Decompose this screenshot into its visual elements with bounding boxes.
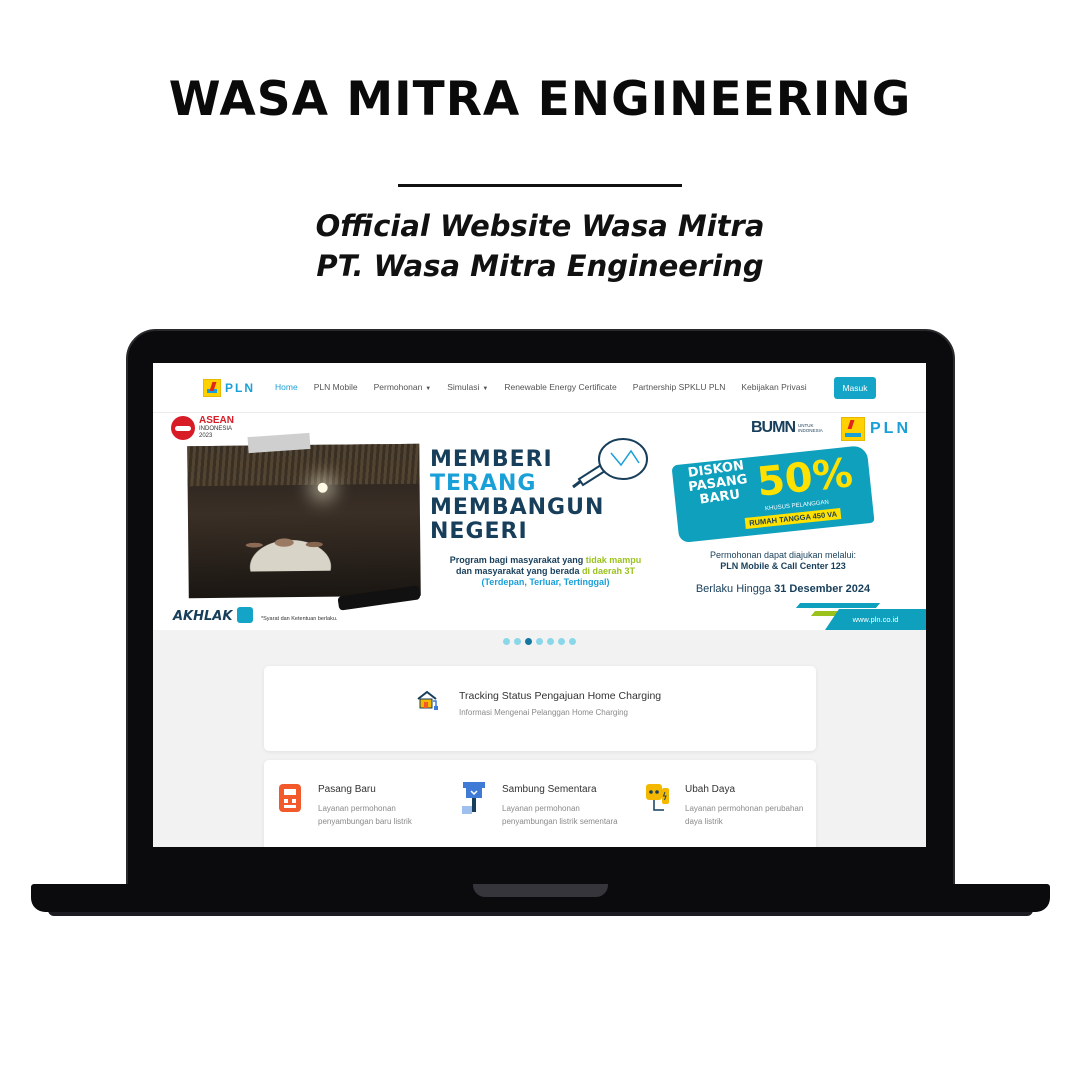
nav-links: Home PLN Mobile Permohonan ▼ Simulasi ▼ Re… [275,382,807,392]
headline-line-3: MEMBANGUN [430,495,605,520]
poster-subtitle: Official Website Wasa Mitra PT. Wasa Mit… [0,206,1080,286]
title-divider [398,184,682,187]
laptop-notch [473,884,608,897]
house-charging-icon [417,690,438,710]
bumn-logo: BUMN UNTUK INDONESIA [751,419,823,437]
akhlak-logo: AKHLAK [173,609,233,624]
asean-title: ASEAN [199,415,235,426]
program-pre: Program bagi masyarakat yang [449,555,586,565]
nav-link-permohonan[interactable]: Permohonan ▼ [374,382,432,392]
permohonan-line-1: Permohonan dapat diajukan melalui: [709,550,857,560]
lamp-light-shape [317,482,328,493]
pln-lightning-icon [203,379,221,397]
lightbulb-icon [572,438,648,489]
nav-link-kebijakan-privasi[interactable]: Kebijakan Privasi [741,382,806,392]
terms-note: *Syarat dan Ketentuan berlaku. [261,616,338,622]
subtitle-line-1: Official Website Wasa Mitra [315,209,765,243]
valid-until-date: 31 Desember 2024 [774,583,871,595]
carousel-dot[interactable] [547,638,554,645]
valid-until: Berlaku Hingga 31 Desember 2024 [678,583,888,595]
valid-until-label: Berlaku Hingga [695,583,775,595]
services-card: Pasang Baru Layanan permohonan penyambun… [264,760,816,847]
nav-link-permohonan-label: Permohonan [373,382,423,392]
service-desc: Layanan permohonan perubahan daya listri… [685,804,804,826]
thatched-roof-shape [187,443,420,487]
carousel-dot[interactable] [514,638,521,645]
carousel-dot[interactable] [503,638,510,645]
caret-down-icon: ▼ [482,386,489,392]
program-line-3: (Terdepan, Terluar, Tertinggal) [481,577,610,587]
laptop-screen: PLN Home PLN Mobile Permohonan ▼ Simulasi… [153,363,926,847]
carousel-dot-active[interactable] [525,638,532,645]
asean-year: 2023 [199,433,213,439]
asean-sub: INDONESIA [199,426,233,432]
pln-logo-text: PLN [225,381,255,395]
program-mid: dan masyarakat yang berada [455,566,583,576]
asean-text: ASEAN INDONESIA 2023 [199,415,234,440]
nav-link-renewable-energy-certificate[interactable]: Renewable Energy Certificate [504,382,616,392]
pln-url-tag: www.pln.co.id [825,609,926,630]
tower-plug-icon [462,782,485,814]
nav-link-pln-mobile[interactable]: PLN Mobile [314,382,358,392]
poster-title: WASA MITRA ENGINEERING [168,72,912,127]
home-charging-tracking-card[interactable]: Tracking Status Pengajuan Home Charging … [264,666,816,751]
permohonan-note: Permohonan dapat diajukan melalui: PLN M… [688,550,878,572]
nav-link-partnership-spklu[interactable]: Partnership SPKLU PLN [633,382,726,392]
asean-logo: ASEAN INDONESIA 2023 [171,415,234,440]
service-title: Pasang Baru [318,784,376,795]
meter-icon [279,784,301,812]
pln-lightning-icon [841,417,865,441]
program-highlight-1: tidak mampu [585,555,642,565]
tracking-subtitle: Informasi Mengenai Pelanggan Home Chargi… [459,708,628,717]
bumn-word: BUMN [751,419,796,436]
program-text: Program bagi masyarakat yang tidak mampu… [423,555,668,588]
service-title: Ubah Daya [685,784,736,795]
socket-icon [646,784,669,811]
headline-line-4: NEGERI [430,519,528,544]
carousel-dot[interactable] [569,638,576,645]
bumn-tagline: UNTUK INDONESIA [798,423,823,433]
carousel-dot[interactable] [536,638,543,645]
permohonan-line-2: PLN Mobile & Call Center 123 [720,561,846,571]
pln-logo[interactable]: PLN [203,379,255,397]
service-desc: Layanan permohonan penyambungan listrik … [502,804,618,826]
navbar: PLN Home PLN Mobile Permohonan ▼ Simulasi… [153,363,926,413]
hero-banner[interactable]: ASEAN INDONESIA 2023 MEMBERI TERANG MEMB… [153,413,926,630]
caret-down-icon: ▼ [425,386,432,392]
pln-banner-text: PLN [870,420,911,437]
tracking-title: Tracking Status Pengajuan Home Charging [459,690,662,702]
nav-link-simulasi[interactable]: Simulasi ▼ [447,382,488,392]
subtitle-line-2: PT. Wasa Mitra Engineering [316,249,764,283]
children-group-shape [230,526,351,572]
bumn-tag-2: INDONESIA [798,428,823,433]
nav-link-home[interactable]: Home [275,382,298,392]
stripe-decoration [795,603,881,608]
service-desc: Layanan permohonan penyambungan baru lis… [318,804,412,826]
carousel-dot[interactable] [558,638,565,645]
pln-mobile-app-icon [237,607,253,623]
carousel-indicators [503,638,576,645]
banner-photo [187,443,421,599]
program-highlight-2: di daerah 3T [582,566,636,576]
login-button[interactable]: Masuk [834,377,876,399]
pln-banner-logo: PLN [841,417,911,441]
nav-link-simulasi-label: Simulasi [447,382,480,392]
asean-emblem-icon [171,415,195,440]
service-title: Sambung Sementara [502,784,597,795]
